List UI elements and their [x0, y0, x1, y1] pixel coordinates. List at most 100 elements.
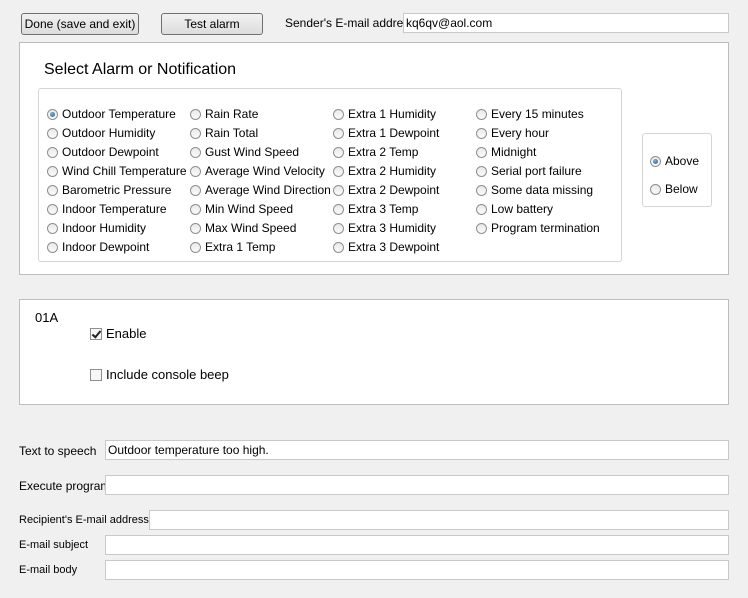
option-radio-label: Outdoor Humidity	[62, 126, 156, 140]
option-radio-extra-3-dewpoint[interactable]: Extra 3 Dewpoint	[333, 240, 439, 254]
option-radio-dot	[476, 127, 487, 139]
option-radio-extra-1-dewpoint[interactable]: Extra 1 Dewpoint	[333, 126, 439, 140]
option-radio-label: Outdoor Temperature	[62, 107, 176, 121]
option-radio-dot	[476, 203, 487, 215]
option-radio-every-hour[interactable]: Every hour	[476, 126, 549, 140]
option-radio-label: Gust Wind Speed	[205, 145, 300, 159]
option-radio-label: Extra 3 Temp	[348, 202, 419, 216]
option-radio-dot	[333, 108, 344, 120]
option-radio-extra-2-humidity[interactable]: Extra 2 Humidity	[333, 164, 436, 178]
enable-checkbox-label: Enable	[106, 326, 147, 341]
option-radio-label: Rain Total	[205, 126, 259, 140]
option-radio-extra-2-temp[interactable]: Extra 2 Temp	[333, 145, 418, 159]
option-radio-label: Low battery	[491, 202, 554, 216]
option-radio-outdoor-dewpoint[interactable]: Outdoor Dewpoint	[47, 145, 159, 159]
option-radio-extra-3-humidity[interactable]: Extra 3 Humidity	[333, 221, 436, 235]
option-radio-dot	[190, 184, 201, 196]
execute-program-input[interactable]	[105, 475, 729, 495]
option-radio-label: Average Wind Direction	[205, 183, 331, 197]
option-radio-label: Extra 1 Dewpoint	[348, 126, 440, 140]
email-body-input[interactable]	[105, 560, 729, 580]
option-radio-dot	[47, 146, 58, 158]
option-radio-label: Program termination	[491, 221, 600, 235]
recipient-email-input[interactable]	[149, 510, 729, 530]
option-radio-rain-total[interactable]: Rain Total	[190, 126, 258, 140]
option-radio-dot	[333, 222, 344, 234]
sender-email-input[interactable]	[403, 13, 729, 33]
option-radio-max-wind-speed[interactable]: Max Wind Speed	[190, 221, 296, 235]
option-radio-indoor-dewpoint[interactable]: Indoor Dewpoint	[47, 240, 149, 254]
option-radio-label: Serial port failure	[491, 164, 582, 178]
option-radio-extra-1-humidity[interactable]: Extra 1 Humidity	[333, 107, 436, 121]
option-radio-label: Extra 2 Dewpoint	[348, 183, 440, 197]
option-radio-dot	[476, 222, 487, 234]
done-save-exit-button[interactable]: Done (save and exit)	[21, 13, 139, 35]
recipient-email-label: Recipient's E-mail address	[19, 514, 149, 526]
option-radio-extra-1-temp[interactable]: Extra 1 Temp	[190, 240, 275, 254]
alarm-settings-panel: 01A Enable Include console beep	[19, 299, 729, 405]
select-alarm-panel: Select Alarm or Notification Outdoor Tem…	[19, 42, 729, 275]
option-radio-min-wind-speed[interactable]: Min Wind Speed	[190, 202, 293, 216]
option-radio-program-termination[interactable]: Program termination	[476, 221, 600, 235]
option-radio-dot	[190, 222, 201, 234]
option-radio-dot	[47, 222, 58, 234]
option-radio-label: Some data missing	[491, 183, 594, 197]
option-radio-label: Average Wind Velocity	[205, 164, 325, 178]
option-radio-extra-2-dewpoint[interactable]: Extra 2 Dewpoint	[333, 183, 439, 197]
option-radio-extra-3-temp[interactable]: Extra 3 Temp	[333, 202, 418, 216]
option-radio-label: Wind Chill Temperature	[62, 164, 187, 178]
option-radio-outdoor-humidity[interactable]: Outdoor Humidity	[47, 126, 155, 140]
console-beep-checkbox-box	[90, 368, 102, 381]
option-radio-dot	[476, 184, 487, 196]
below-radio[interactable]: Below	[650, 182, 698, 196]
option-radio-label: Extra 1 Humidity	[348, 107, 437, 121]
option-radio-midnight[interactable]: Midnight	[476, 145, 536, 159]
option-radio-gust-wind-speed[interactable]: Gust Wind Speed	[190, 145, 299, 159]
option-radio-average-wind-direction[interactable]: Average Wind Direction	[190, 183, 331, 197]
option-radio-dot	[476, 108, 487, 120]
option-radio-label: Extra 2 Humidity	[348, 164, 437, 178]
text-to-speech-input[interactable]	[105, 440, 729, 460]
option-radio-label: Extra 2 Temp	[348, 145, 419, 159]
option-radio-dot	[333, 127, 344, 139]
option-radio-dot	[47, 184, 58, 196]
option-radio-indoor-temperature[interactable]: Indoor Temperature	[47, 202, 167, 216]
alarm-code-label: 01A	[35, 310, 59, 325]
option-radio-average-wind-velocity[interactable]: Average Wind Velocity	[190, 164, 325, 178]
option-radio-dot	[190, 203, 201, 215]
option-radio-dot	[190, 146, 201, 158]
option-radio-outdoor-temperature[interactable]: Outdoor Temperature	[47, 107, 176, 121]
email-subject-label: E-mail subject	[19, 539, 89, 551]
option-radio-dot	[47, 108, 58, 120]
option-radio-label: Every 15 minutes	[491, 107, 584, 121]
option-radio-label: Extra 3 Humidity	[348, 221, 437, 235]
option-radio-label: Extra 1 Temp	[205, 240, 276, 254]
option-radio-dot	[190, 108, 201, 120]
option-radio-label: Outdoor Dewpoint	[62, 145, 159, 159]
option-radio-barometric-pressure[interactable]: Barometric Pressure	[47, 183, 171, 197]
below-radio-label: Below	[665, 182, 698, 196]
option-radio-dot	[47, 127, 58, 139]
email-subject-input[interactable]	[105, 535, 729, 555]
option-radio-serial-port-failure[interactable]: Serial port failure	[476, 164, 582, 178]
option-radio-label: Indoor Temperature	[62, 202, 167, 216]
option-radio-rain-rate[interactable]: Rain Rate	[190, 107, 258, 121]
above-radio[interactable]: Above	[650, 154, 699, 168]
option-radio-dot	[476, 165, 487, 177]
option-radio-every-15-minutes[interactable]: Every 15 minutes	[476, 107, 584, 121]
option-radio-indoor-humidity[interactable]: Indoor Humidity	[47, 221, 146, 235]
console-beep-checkbox-label: Include console beep	[106, 367, 229, 382]
console-beep-checkbox[interactable]: Include console beep	[90, 367, 229, 382]
sender-email-label: Sender's E-mail address:	[285, 16, 419, 30]
option-radio-label: Midnight	[491, 145, 537, 159]
test-alarm-button[interactable]: Test alarm	[161, 13, 263, 35]
option-radio-label: Min Wind Speed	[205, 202, 294, 216]
option-radio-some-data-missing[interactable]: Some data missing	[476, 183, 593, 197]
option-radio-dot	[47, 165, 58, 177]
enable-checkbox[interactable]: Enable	[90, 326, 146, 341]
option-radio-low-battery[interactable]: Low battery	[476, 202, 553, 216]
above-radio-dot	[650, 155, 661, 167]
above-radio-label: Above	[665, 154, 700, 168]
option-radio-dot	[333, 146, 344, 158]
option-radio-wind-chill-temperature[interactable]: Wind Chill Temperature	[47, 164, 187, 178]
